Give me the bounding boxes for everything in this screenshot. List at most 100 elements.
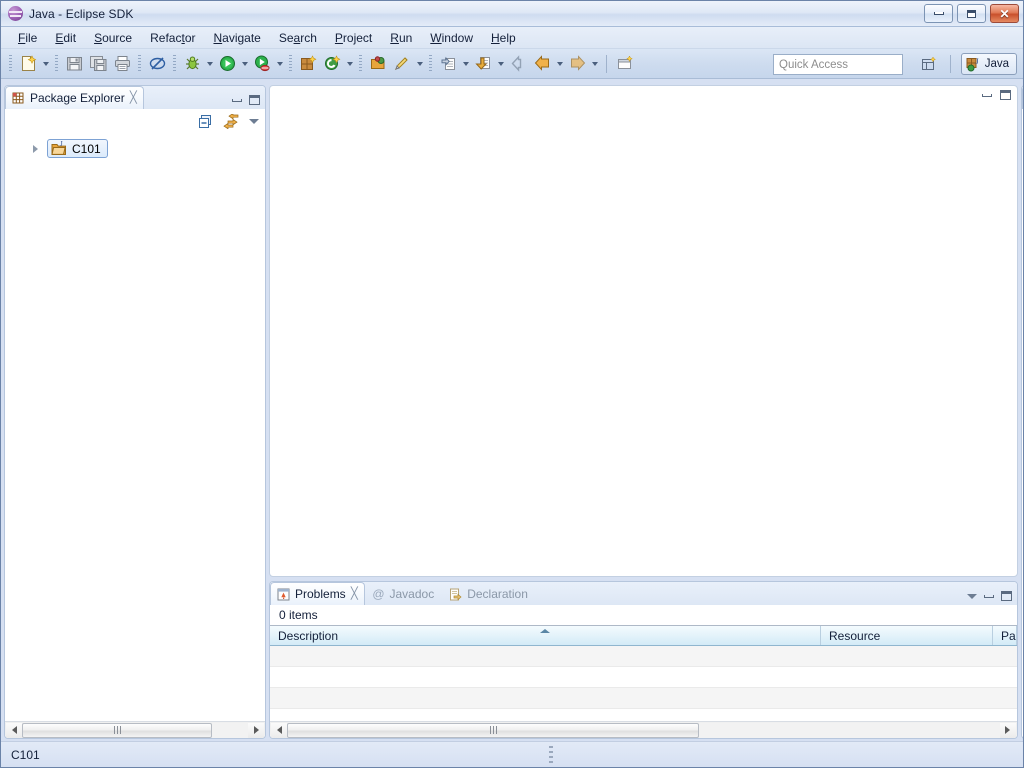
editor-area[interactable] — [269, 85, 1018, 577]
save-button[interactable] — [63, 53, 85, 75]
status-text: C101 — [11, 747, 40, 762]
view-menu-button[interactable] — [249, 119, 259, 124]
column-header-description[interactable]: Description — [270, 626, 821, 645]
next-annotation-button[interactable] — [437, 53, 459, 75]
search-dropdown[interactable] — [414, 53, 425, 75]
scroll-right-button[interactable] — [248, 722, 264, 738]
menu-navigate[interactable]: Navigate — [204, 29, 269, 47]
coverage-dropdown[interactable] — [274, 53, 285, 75]
column-header-resource[interactable]: Resource — [821, 626, 993, 645]
scroll-left-button[interactable] — [271, 722, 287, 738]
next-annotation-dropdown[interactable] — [460, 53, 471, 75]
new-java-class-dropdown[interactable] — [344, 53, 355, 75]
chevron-down-icon — [346, 61, 353, 66]
maximize-icon[interactable] — [249, 95, 260, 105]
minimize-window-button[interactable] — [924, 4, 953, 23]
forward-dropdown[interactable] — [589, 53, 600, 75]
scroll-track[interactable] — [287, 722, 1000, 738]
problems-hscrollbar[interactable] — [270, 721, 1017, 738]
last-edit-location-button[interactable] — [507, 53, 529, 75]
menu-refactor[interactable]: Refactor — [141, 29, 204, 47]
tab-package-explorer[interactable]: Package Explorer ╳ — [5, 86, 145, 109]
menu-source[interactable]: Source — [85, 29, 141, 47]
print-button[interactable] — [111, 53, 133, 75]
tree-item-c101[interactable]: J C101 — [5, 138, 265, 159]
new-java-package-button[interactable] — [297, 53, 319, 75]
chevron-right-icon[interactable] — [33, 145, 38, 153]
back-button[interactable] — [531, 53, 553, 75]
run-dropdown[interactable] — [239, 53, 250, 75]
table-row[interactable] — [270, 667, 1017, 688]
tree-item-label: C101 — [72, 141, 101, 156]
tab-javadoc[interactable]: @ Javadoc — [365, 582, 442, 605]
chevron-down-icon — [591, 61, 598, 66]
new-java-class-button[interactable] — [321, 53, 343, 75]
perspective-java-button[interactable]: J Java — [960, 53, 1017, 75]
run-button[interactable] — [216, 53, 238, 75]
toolbar-grip-6[interactable] — [359, 54, 362, 73]
maximize-window-button[interactable] — [957, 4, 986, 23]
scroll-right-button[interactable] — [999, 722, 1016, 738]
scroll-thumb[interactable] — [287, 722, 699, 738]
open-type-button[interactable] — [367, 53, 389, 75]
triangle-right-icon — [253, 726, 259, 734]
new-wizard-button[interactable] — [17, 53, 39, 75]
minimize-icon[interactable] — [232, 98, 242, 102]
scroll-track[interactable] — [22, 722, 248, 738]
back-dropdown[interactable] — [554, 53, 565, 75]
tree-item-selected[interactable]: J C101 — [47, 139, 108, 158]
open-perspective-button[interactable] — [918, 53, 940, 75]
maximize-icon[interactable] — [1000, 591, 1012, 601]
toolbar-grip-7[interactable] — [429, 54, 432, 73]
resize-grip-icon[interactable] — [549, 746, 553, 763]
previous-annotation-button[interactable] — [472, 53, 494, 75]
menu-file[interactable]: File — [9, 29, 46, 47]
menu-run[interactable]: Run — [381, 29, 421, 47]
table-row[interactable] — [270, 688, 1017, 709]
menu-help[interactable]: Help — [482, 29, 525, 47]
new-wizard-dropdown[interactable] — [40, 53, 51, 75]
close-icon[interactable]: ╳ — [351, 588, 358, 600]
perspective-separator — [949, 55, 951, 73]
tab-label: Package Explorer — [30, 91, 125, 105]
toolbar-grip-5[interactable] — [289, 54, 292, 73]
toolbar-grip-4[interactable] — [173, 54, 176, 73]
table-row[interactable] — [270, 646, 1017, 667]
forward-button[interactable] — [566, 53, 588, 75]
close-icon[interactable]: ╳ — [130, 92, 137, 104]
problems-table-body[interactable] — [270, 646, 1017, 721]
package-explorer-hscrollbar[interactable] — [5, 721, 265, 738]
minimize-icon[interactable] — [981, 93, 992, 97]
view-menu-button[interactable] — [966, 593, 977, 599]
svg-text:J: J — [60, 141, 63, 148]
menu-edit[interactable]: Edit — [46, 29, 85, 47]
toolbar-grip[interactable] — [9, 54, 12, 73]
previous-annotation-dropdown[interactable] — [495, 53, 506, 75]
debug-button[interactable] — [181, 53, 203, 75]
tab-problems[interactable]: Problems ╳ — [270, 582, 366, 605]
menu-search[interactable]: Search — [270, 29, 326, 47]
debug-dropdown[interactable] — [204, 53, 215, 75]
toggle-mark-occurrences-button[interactable] — [146, 53, 168, 75]
new-editor-button[interactable] — [614, 53, 636, 75]
toolbar-grip-2[interactable] — [55, 54, 58, 73]
search-pencil-button[interactable] — [391, 53, 413, 75]
close-window-button[interactable]: ✕ — [990, 4, 1019, 23]
quick-access-input[interactable]: Quick Access — [773, 54, 903, 75]
menu-window[interactable]: Window — [421, 29, 482, 47]
chevron-down-icon — [497, 61, 504, 66]
column-header-path[interactable]: Pa — [993, 626, 1017, 645]
collapse-all-button[interactable] — [198, 114, 213, 129]
link-with-editor-button[interactable] — [223, 114, 239, 129]
scroll-left-button[interactable] — [6, 722, 22, 738]
tab-declaration[interactable]: Declaration — [442, 582, 536, 605]
toolbar-separator — [606, 54, 607, 73]
toolbar-grip-3[interactable] — [138, 54, 141, 73]
scroll-thumb[interactable] — [22, 722, 212, 738]
minimize-icon[interactable] — [983, 594, 994, 598]
coverage-button[interactable] — [251, 53, 273, 75]
maximize-icon[interactable] — [999, 90, 1011, 100]
save-all-button[interactable] — [87, 53, 109, 75]
menu-project[interactable]: Project — [326, 29, 381, 47]
javadoc-at-icon: @ — [372, 587, 385, 601]
